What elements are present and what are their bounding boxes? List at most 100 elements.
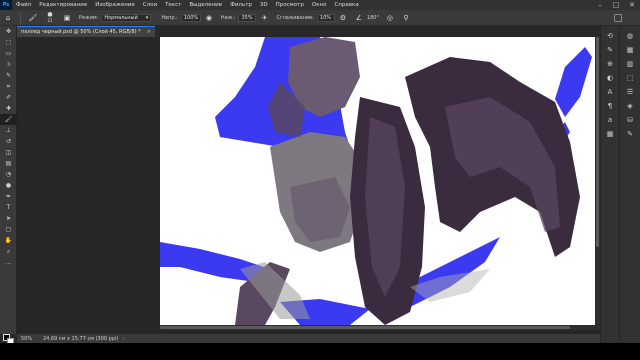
quick-select-tool[interactable]: ✎ (0, 70, 17, 81)
blue-stroke-top-right (555, 47, 592, 117)
pressure-label: Наж.: (220, 14, 236, 21)
airbrush-icon[interactable]: ✈ (259, 13, 269, 23)
divider (20, 12, 21, 23)
menu-item[interactable]: Выделение (185, 2, 226, 8)
app-logo[interactable]: Ps (0, 0, 12, 10)
pen-tool[interactable]: ✒ (0, 191, 17, 202)
patterns-icon[interactable]: ⬚ (623, 72, 637, 84)
scroll-thumb-v[interactable] (596, 37, 599, 247)
paths-icon[interactable]: ✎ (623, 128, 637, 140)
swatches-icon[interactable]: ▦ (623, 44, 637, 56)
document-tab[interactable]: паллед черный.psd @ 50% (Слой 45, RGB/8)… (17, 26, 155, 37)
opacity-pressure-icon[interactable]: ◉ (204, 13, 214, 23)
menu-item[interactable]: Редактирование (35, 2, 91, 8)
brush-settings-toggle-icon[interactable]: ▣ (62, 13, 72, 23)
menu-bar: Ps Файл Редактирование Изображение Слои Текс… (0, 0, 640, 10)
glyphs-icon[interactable]: a (603, 114, 617, 126)
channels-icon[interactable]: ⛁ (623, 114, 637, 126)
brush-preset-icon[interactable]: 🖌 (28, 13, 38, 23)
timeline-icon[interactable]: ▦ (603, 128, 617, 140)
layers-icon[interactable]: ◈ (623, 100, 637, 112)
adjust-icon[interactable]: ◐ (603, 72, 617, 84)
brush-size-picker[interactable]: ● 21 (44, 12, 56, 24)
history-icon[interactable]: ⟲ (603, 30, 617, 42)
clone-stamp-tool[interactable]: ⊥ (0, 125, 17, 136)
history-brush-tool[interactable]: ↺ (0, 136, 17, 147)
document-tab-title: паллед черный.psd @ 50% (Слой 45, RGB/8)… (21, 29, 141, 35)
status-bar: 50% 24,69 см x 15,77 см (300 ppi) › (17, 334, 600, 343)
move-tool[interactable]: ✥ (0, 26, 17, 37)
zoom-level[interactable]: 50% (17, 336, 37, 342)
brush-tool[interactable]: 🖌 (0, 114, 17, 125)
artboard-tool[interactable]: ⬚ (0, 37, 17, 48)
panel-dock: ⟲ ✎ ⊕ ◐ A ¶ a ▦ ◍ ▦ ▥ ⬚ ☰ ◈ ⛁ ✎ (600, 26, 640, 343)
character-icon[interactable]: A (603, 86, 617, 98)
blur-tool[interactable]: ◔ (0, 169, 17, 180)
brush-settings-icon[interactable]: ✎ (603, 44, 617, 56)
smoothing-gear-icon[interactable]: ⚙ (338, 13, 348, 23)
document-size: 24,69 см x 15,77 см (300 ppi) (43, 335, 119, 342)
document-tab-bar: паллед черный.psd @ 50% (Слой 45, RGB/8)… (17, 26, 600, 37)
healing-brush-tool[interactable]: ✚ (0, 103, 17, 114)
marquee-tool[interactable]: ▭ (0, 48, 17, 59)
paragraph-icon[interactable]: ¶ (603, 100, 617, 112)
maximize-icon[interactable]: □ (608, 0, 624, 10)
mode-label: Режим: (79, 14, 99, 21)
taskbar-strip (0, 343, 640, 360)
type-tool[interactable]: T (0, 202, 17, 213)
scroll-thumb-h[interactable] (160, 326, 570, 329)
libraries-icon[interactable]: ☰ (623, 86, 637, 98)
dodge-tool[interactable]: ● (0, 180, 17, 191)
workspace[interactable] (17, 37, 600, 334)
menu-item[interactable]: Фильтр (226, 2, 256, 8)
rectangle-tool[interactable]: ▢ (0, 224, 17, 235)
menu-item[interactable]: Слои (139, 2, 161, 8)
menu-item[interactable]: Просмотр (272, 2, 308, 8)
clone-source-icon[interactable]: ⊕ (603, 58, 617, 70)
smoothing-field[interactable]: 10% (316, 13, 335, 22)
pressure-value: 35% (241, 14, 253, 21)
angle-value[interactable]: 180° (367, 15, 379, 21)
minimize-icon[interactable]: – (592, 0, 608, 10)
smoothing-value: 10% (319, 14, 332, 21)
horizontal-scrollbar[interactable] (160, 325, 600, 330)
eraser-tool[interactable]: ◫ (0, 147, 17, 158)
eyedropper-tool[interactable]: ✐ (0, 92, 17, 103)
gradient-tool[interactable]: ▤ (0, 158, 17, 169)
menu-item[interactable]: Файл (12, 2, 35, 8)
chevron-right-icon[interactable]: › (122, 336, 124, 342)
lasso-tool[interactable]: ↄ (0, 59, 17, 70)
menu-item[interactable]: 3D (256, 2, 272, 8)
options-bar: ⌂ 🖌 ● 21 ▣ Режим: Нормальный ▾ Непр.: 10… (0, 10, 640, 26)
canvas[interactable] (160, 37, 600, 325)
angle-icon[interactable]: ∠ (354, 13, 364, 23)
path-select-tool[interactable]: ➤ (0, 213, 17, 224)
edit-toolbar[interactable]: … (0, 257, 17, 268)
menu-item[interactable]: Изображение (91, 2, 139, 8)
gradients-icon[interactable]: ▥ (623, 58, 637, 70)
divider (619, 26, 620, 343)
opacity-label: Непр.: (161, 14, 178, 21)
mode-select[interactable]: Нормальный ▾ (101, 13, 152, 22)
close-tab-icon[interactable]: × (147, 29, 151, 35)
hand-tool[interactable]: ✋ (0, 235, 17, 246)
opacity-value: 100% (183, 14, 199, 21)
symmetry-icon[interactable]: ⚲ (401, 13, 411, 23)
workspace-icon[interactable] (613, 13, 622, 22)
smoothing-label: Сглаживание: (276, 14, 314, 21)
menu-item[interactable]: Текст (161, 2, 185, 8)
artwork (160, 37, 592, 325)
crop-tool[interactable]: ⌗ (0, 81, 17, 92)
pressure-size-icon[interactable]: ◎ (385, 13, 395, 23)
color-icon[interactable]: ◍ (623, 30, 637, 42)
chevron-down-icon: ▾ (145, 14, 149, 21)
home-icon[interactable]: ⌂ (3, 13, 13, 23)
toolbar: ✥ ⬚ ▭ ↄ ✎ ⌗ ✐ ✚ 🖌 ⊥ ↺ ◫ ▤ ◔ ● ✒ T ➤ ▢ ✋ ⌕… (0, 26, 17, 345)
mode-value: Нормальный (104, 14, 138, 21)
pressure-field[interactable]: 35% (238, 13, 257, 22)
menu-item[interactable]: Справка (330, 2, 362, 8)
opacity-field[interactable]: 100% (180, 13, 201, 22)
zoom-tool[interactable]: ⌕ (0, 246, 17, 257)
close-icon[interactable]: ✕ (624, 0, 640, 10)
menu-item[interactable]: Окно (308, 2, 331, 8)
